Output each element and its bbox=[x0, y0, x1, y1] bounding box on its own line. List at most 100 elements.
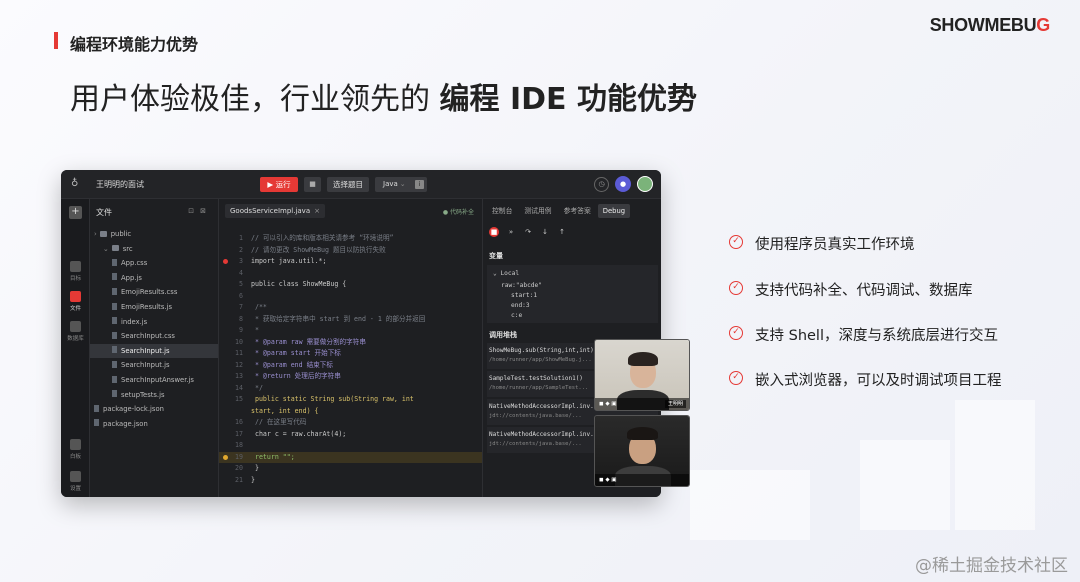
history-icon[interactable]: ◷ bbox=[594, 176, 609, 192]
tree-item-label: SearchInput.js bbox=[121, 346, 170, 355]
code-line[interactable]: 19 return ""; bbox=[219, 451, 482, 463]
code-line[interactable]: 2 // 请勿更改 ShowMeBug 题目以防执行失败 bbox=[219, 245, 482, 256]
code-line[interactable]: 21} bbox=[219, 475, 482, 486]
code-line[interactable]: 15 public static String sub(String raw, … bbox=[219, 394, 482, 405]
code-line[interactable]: 7 /** bbox=[219, 302, 482, 313]
line-number: 14 bbox=[235, 383, 243, 392]
target-icon bbox=[70, 261, 81, 272]
close-icon[interactable]: × bbox=[314, 207, 320, 215]
chevron-icon[interactable]: ⌄ bbox=[103, 245, 109, 253]
code-line[interactable]: 12 * @param end 结束下标 bbox=[219, 360, 482, 371]
language-select[interactable]: Java ⌄ i bbox=[375, 177, 427, 192]
resume-icon[interactable]: » bbox=[506, 227, 516, 237]
vars-scope[interactable]: ⌄ Local bbox=[493, 270, 519, 277]
feature-text: 支持 Shell，深度与系统底层进行交互 bbox=[755, 328, 998, 344]
tree-item[interactable]: SearchInputAnswer.js bbox=[90, 373, 218, 387]
variable-value[interactable]: raw:"abcde" bbox=[501, 282, 542, 289]
code-line[interactable]: 13 * @return 处理后的字符串 bbox=[219, 371, 482, 382]
code-line[interactable]: 16 // 在这里写代码 bbox=[219, 417, 482, 428]
tree-item[interactable]: EmojiResults.css bbox=[90, 285, 218, 299]
variable-value[interactable]: c:e bbox=[511, 312, 522, 319]
tree-item[interactable]: › public bbox=[90, 227, 218, 241]
tree-item[interactable]: EmojiResults.js bbox=[90, 300, 218, 314]
code-line[interactable]: 14 */ bbox=[219, 383, 482, 394]
code-line[interactable]: 11 * @param start 开始下标 bbox=[219, 348, 482, 359]
rail-item-1[interactable]: 文件 bbox=[61, 291, 90, 312]
file-icon bbox=[112, 287, 117, 295]
panel-tab[interactable]: 测试用例 bbox=[519, 204, 556, 218]
code-text: /** bbox=[251, 303, 267, 311]
new-file-icon[interactable]: ⊡⊠ bbox=[188, 207, 212, 215]
variables-title: 变量 bbox=[489, 252, 503, 260]
file-icon bbox=[94, 404, 99, 412]
chevron-icon[interactable]: › bbox=[94, 230, 97, 238]
code-line[interactable]: 9 * bbox=[219, 325, 482, 336]
tree-item[interactable]: SearchInput.js bbox=[90, 343, 218, 358]
stop-icon[interactable]: ■ bbox=[489, 227, 499, 237]
file-icon bbox=[112, 375, 117, 383]
tree-item[interactable]: SearchInput.js bbox=[90, 358, 218, 372]
variable-value[interactable]: end:3 bbox=[511, 302, 530, 309]
tree-item[interactable]: package.json bbox=[90, 417, 218, 431]
panel-tab[interactable]: 控制台 bbox=[487, 204, 517, 218]
tree-item[interactable]: package-lock.json bbox=[90, 402, 218, 416]
add-icon[interactable]: + bbox=[69, 206, 82, 219]
code-text: // 在这里写代码 bbox=[251, 418, 307, 426]
code-line[interactable]: 6 bbox=[219, 291, 482, 302]
tree-item[interactable]: SearchInput.css bbox=[90, 329, 218, 343]
breakpoint-icon[interactable] bbox=[223, 454, 228, 460]
tree-item[interactable]: App.css bbox=[90, 256, 218, 270]
rail-item-label: 数据库 bbox=[67, 336, 84, 342]
tree-item[interactable]: setupTests.js bbox=[90, 388, 218, 402]
rail-item-2[interactable]: 数据库 bbox=[61, 321, 90, 342]
rail-item-0[interactable]: 目标 bbox=[61, 261, 90, 282]
tree-item-label: App.css bbox=[121, 259, 148, 268]
stack-frame-method: NativeMethodAccessorImpl.inv... bbox=[489, 403, 601, 410]
stop-icon[interactable]: ■ bbox=[304, 177, 321, 192]
tree-item[interactable]: index.js bbox=[90, 315, 218, 329]
file-tree: 文件 ⊡⊠ › public ⌄ src App.css App.js EmojiResul… bbox=[90, 199, 219, 497]
avatar[interactable] bbox=[637, 176, 653, 192]
tree-item[interactable]: App.js bbox=[90, 271, 218, 285]
code-line[interactable]: 3 import java.util.*; bbox=[219, 256, 482, 267]
watermark: @稀土掘金技术社区 bbox=[915, 556, 1068, 576]
code-line[interactable]: 8 * 获取给定字符串中 start 到 end - 1 的部分并返回 bbox=[219, 314, 482, 325]
rail-item-4[interactable]: 设置 bbox=[61, 471, 90, 492]
variables-box: ⌄ Local raw:"abcde" start:1 end:3 c:e bbox=[487, 265, 658, 323]
code-line[interactable]: 10 * @param raw 需要做分割的字符串 bbox=[219, 337, 482, 348]
choose-question-button[interactable]: 选择题目 bbox=[327, 177, 369, 192]
code-line[interactable]: 20 } bbox=[219, 463, 482, 474]
step-over-icon[interactable]: ↷ bbox=[523, 227, 533, 237]
code-text: return ""; bbox=[251, 452, 295, 461]
code-line[interactable]: 5 public class ShowMeBug { bbox=[219, 279, 482, 290]
ide-toolbar: ♁ 王明明的面试 ▶ 运行 ■ 选择题目 Java ⌄ i ◷ ● bbox=[61, 170, 661, 199]
stack-frame-path: /home/runner/app/ShowMeBug.j... bbox=[489, 357, 592, 363]
code-line[interactable]: 17 char c = raw.charAt(4); bbox=[219, 429, 482, 440]
variable-value[interactable]: start:1 bbox=[511, 292, 537, 299]
line-number: 7 bbox=[239, 303, 243, 311]
rail-item-label: 设置 bbox=[69, 486, 81, 492]
breakpoint-icon[interactable] bbox=[223, 259, 228, 264]
step-out-icon[interactable]: ↑ bbox=[557, 227, 567, 237]
line-number: 2 bbox=[239, 245, 243, 254]
autocomplete-status: ● 代码补全 bbox=[442, 209, 474, 216]
code-editor[interactable]: GoodsServiceImpl.java × ● 代码补全 1 // 可以引入的库… bbox=[219, 199, 482, 497]
video-controls[interactable]: ◼ ◆ ▣ bbox=[595, 474, 689, 486]
step-into-icon[interactable]: ↓ bbox=[540, 227, 550, 237]
line-number: 1 bbox=[239, 234, 243, 242]
code-line[interactable]: start, int end) { bbox=[219, 406, 482, 417]
rail-item-3[interactable]: 白板 bbox=[61, 439, 90, 460]
tab-goods-service[interactable]: GoodsServiceImpl.java × bbox=[225, 204, 325, 218]
code-line[interactable]: 1 // 可以引入的库和版本相关请参考 “环境说明” bbox=[219, 233, 482, 244]
run-button[interactable]: ▶ 运行 bbox=[260, 177, 298, 192]
panel-tab[interactable]: Debug bbox=[597, 204, 631, 218]
code-line[interactable]: 4 bbox=[219, 268, 482, 279]
tree-item[interactable]: ⌄ src bbox=[90, 242, 218, 256]
code-line[interactable]: 18 bbox=[219, 440, 482, 451]
tree-item-label: package.json bbox=[103, 419, 148, 428]
tree-item-label: index.js bbox=[121, 317, 148, 326]
avatar[interactable]: ● bbox=[615, 176, 631, 192]
panel-tab[interactable]: 参考答案 bbox=[559, 204, 596, 218]
gear-icon bbox=[70, 471, 81, 482]
file-icon bbox=[112, 390, 117, 398]
